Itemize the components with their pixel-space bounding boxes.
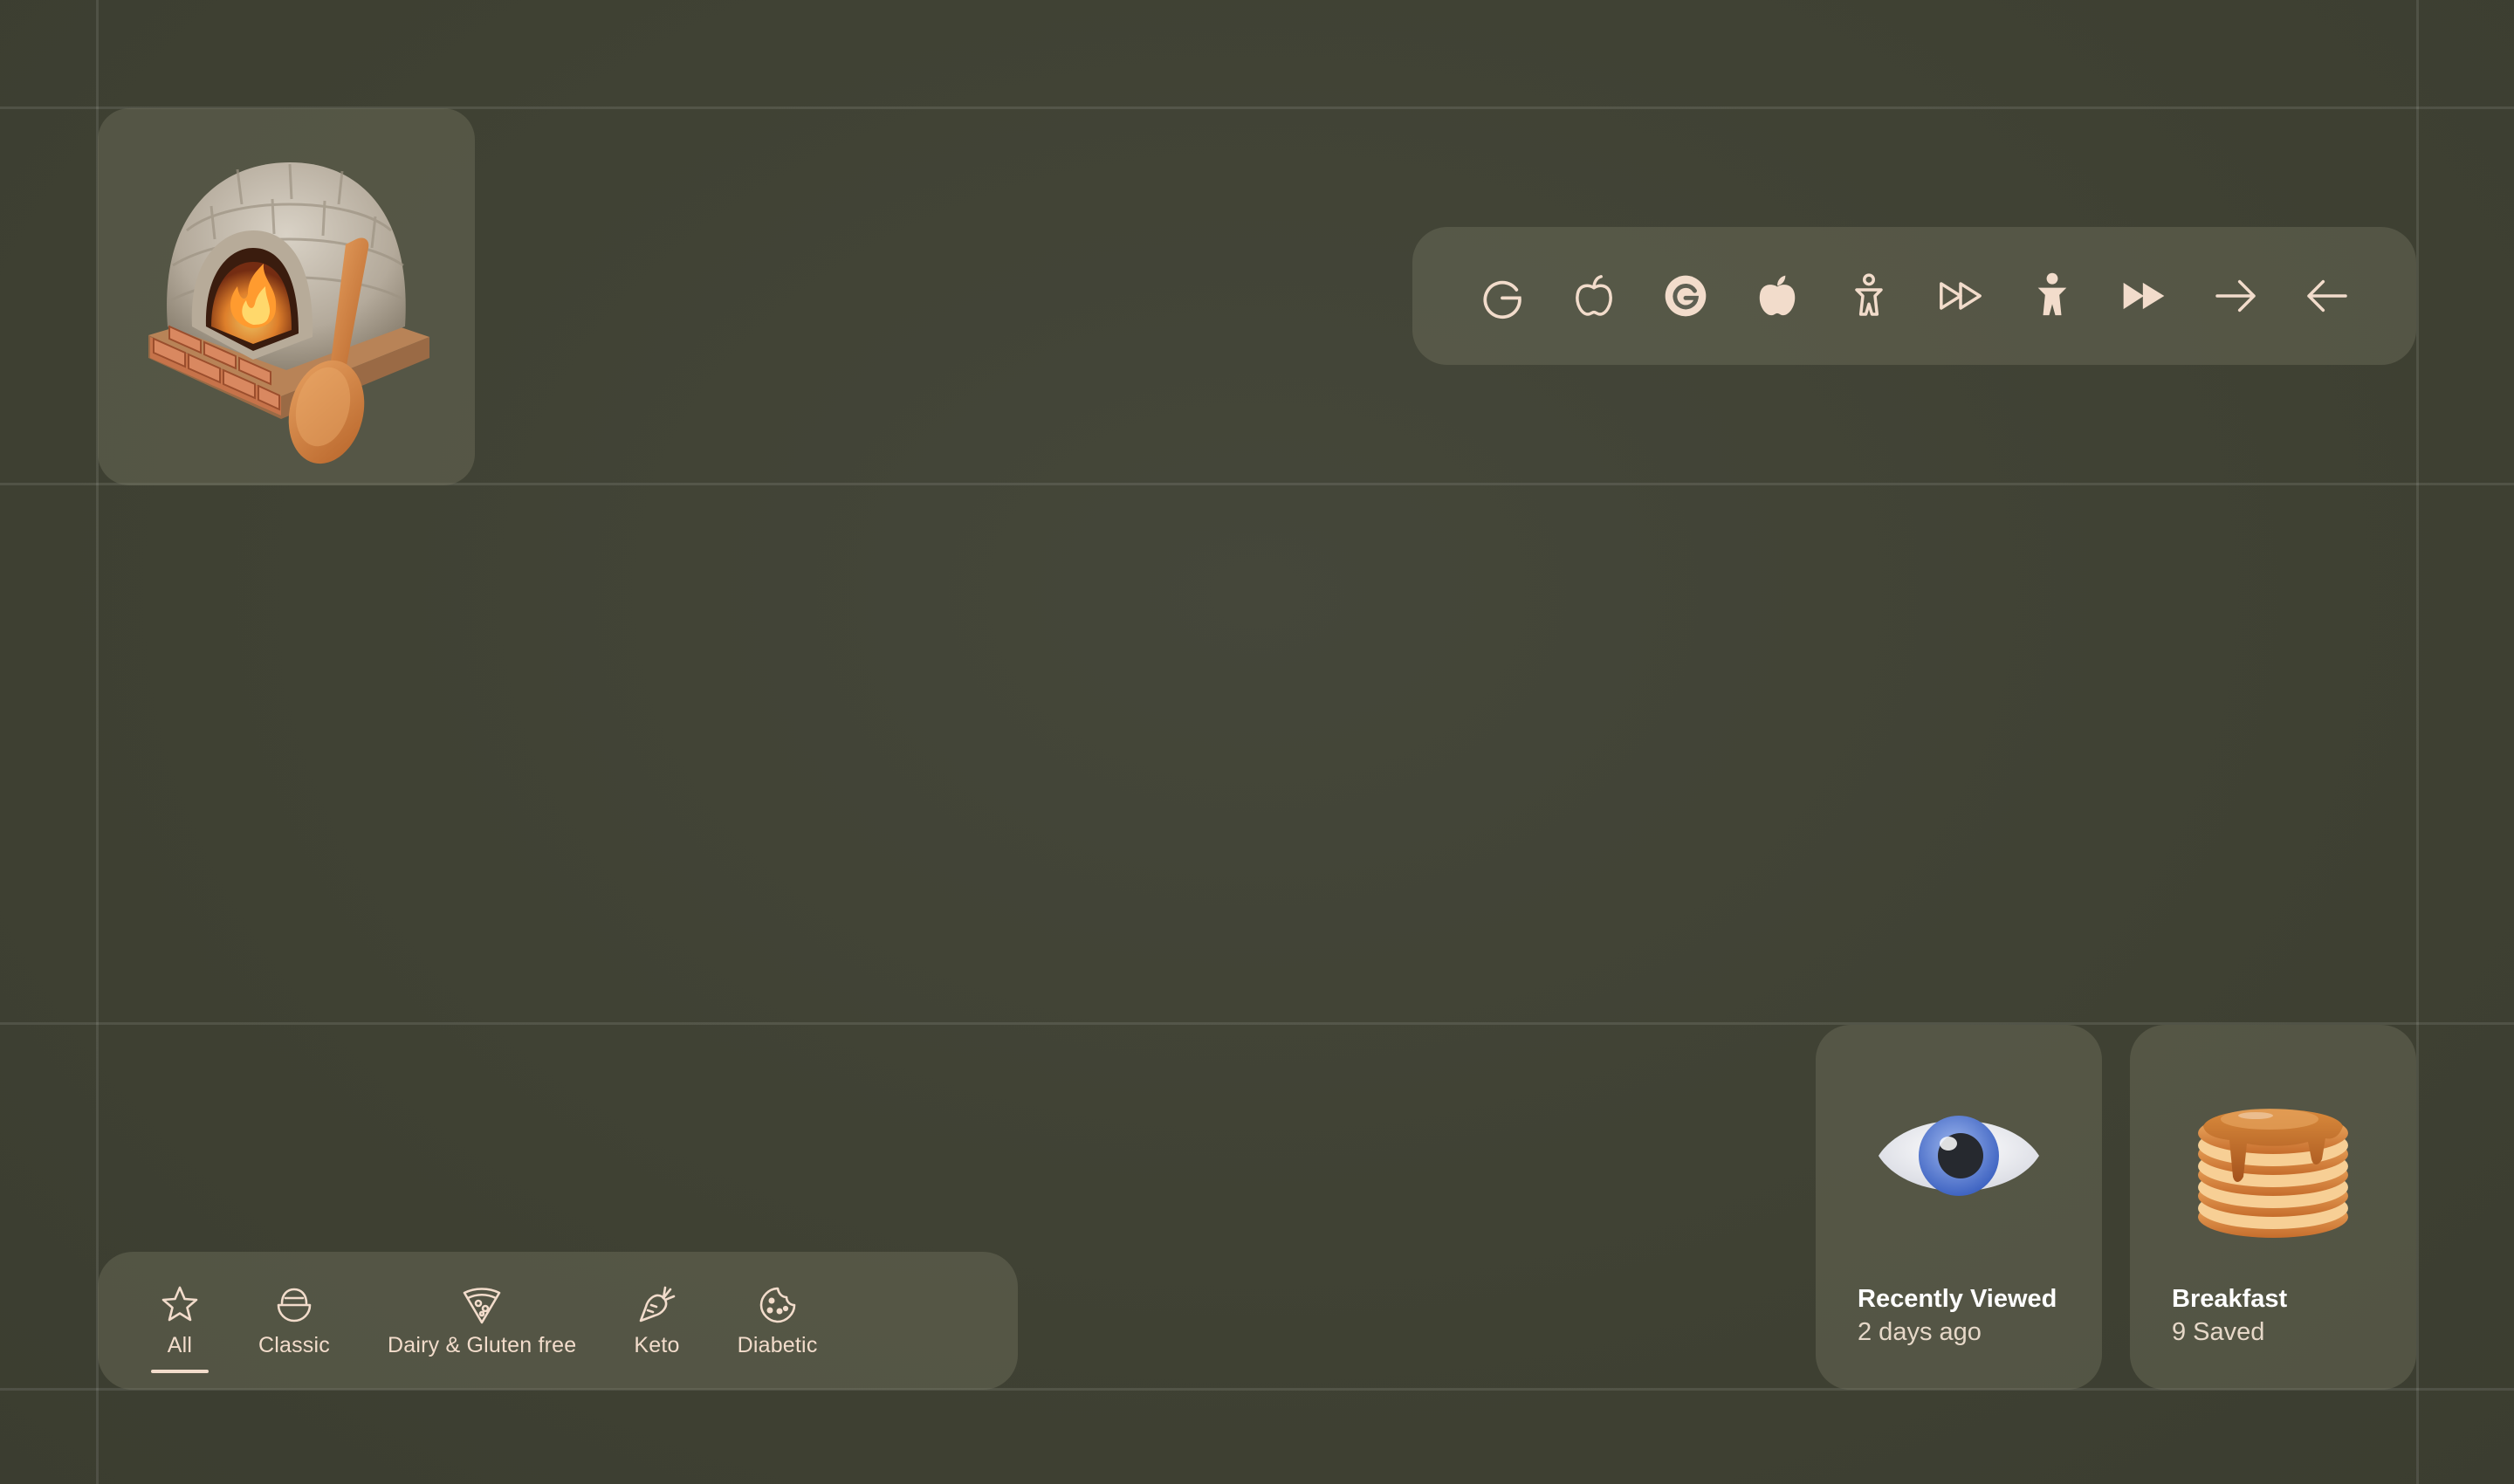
nav-item-keto[interactable]: Keto (634, 1268, 679, 1373)
card-title: Breakfast (2172, 1285, 2288, 1313)
nav-item-diabetic[interactable]: Diabetic (738, 1268, 818, 1373)
eye-icon (1879, 1116, 2039, 1196)
nav-label: Classic (258, 1332, 330, 1357)
person-filled-icon[interactable] (2026, 270, 2078, 322)
collection-card-recently-viewed[interactable]: Recently Viewed 2 days ago (1816, 1025, 2102, 1390)
diet-filter-nav: All Classic Dairy & Gluten free Keto Dia… (98, 1252, 1018, 1390)
pizza-oven-icon (148, 162, 429, 464)
pancakes-icon (2198, 1109, 2348, 1238)
arrow-right-icon[interactable] (2209, 270, 2262, 322)
bowl-icon (277, 1288, 312, 1322)
card-subtitle: 9 Saved (2172, 1318, 2265, 1346)
arrow-left-icon[interactable] (2301, 270, 2353, 322)
grid-line (2416, 0, 2419, 1484)
selected-indicator (151, 1370, 209, 1373)
nav-label: Diabetic (737, 1332, 818, 1357)
collection-card-breakfast[interactable]: Breakfast 9 Saved (2130, 1025, 2416, 1390)
fast-forward-filled-icon[interactable] (2118, 270, 2170, 322)
carrot-icon (640, 1286, 676, 1322)
apple-outline-icon[interactable] (1568, 270, 1620, 322)
icon-toolbar (1412, 227, 2416, 365)
nav-label: All (167, 1332, 193, 1357)
google-filled-icon[interactable] (1659, 270, 1712, 322)
fast-forward-outline-icon[interactable] (1934, 270, 1987, 322)
cookie-icon (759, 1287, 795, 1323)
nav-item-dairy-gluten-free[interactable]: Dairy & Gluten free (388, 1268, 576, 1373)
apple-filled-icon[interactable] (1751, 270, 1803, 322)
canvas: All Classic Dairy & Gluten free Keto Dia… (0, 0, 2514, 1484)
person-outline-icon[interactable] (1843, 270, 1895, 322)
card-subtitle: 2 days ago (1858, 1318, 1982, 1346)
google-outline-icon[interactable] (1476, 270, 1528, 322)
nav-label: Keto (634, 1332, 680, 1357)
star-icon (161, 1286, 198, 1321)
nav-label: Dairy & Gluten free (387, 1332, 577, 1357)
nav-item-classic[interactable]: Classic (258, 1268, 330, 1373)
pizza-slice-icon (463, 1287, 501, 1323)
nav-item-all[interactable]: All (151, 1268, 209, 1373)
pizza-oven-tile (98, 108, 475, 485)
grid-line (0, 1022, 2514, 1025)
card-title: Recently Viewed (1858, 1285, 2057, 1313)
